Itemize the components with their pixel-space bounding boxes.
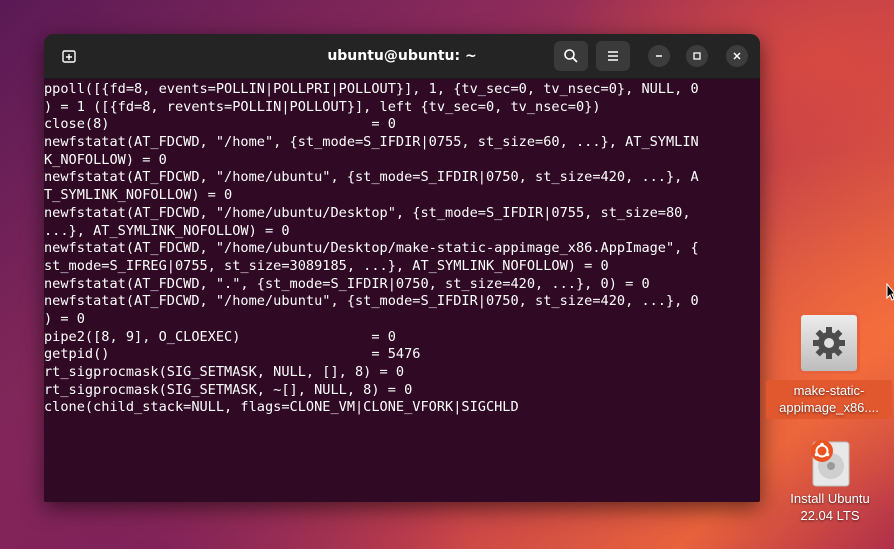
menu-button[interactable] (596, 41, 630, 71)
terminal-line: pipe2([8, 9], O_CLOEXEC) = 0 (44, 328, 396, 345)
desktop-icon-make-static-appimage[interactable]: make-static- appimage_x86.... (764, 312, 894, 419)
terminal-line: ...}, AT_SYMLINK_NOFOLLOW) = 0 (44, 222, 290, 239)
terminal-line: rt_sigprocmask(SIG_SETMASK, NULL, [], 8)… (44, 364, 405, 380)
terminal-line: getpid() = 5476 (44, 346, 421, 363)
close-icon (733, 52, 741, 60)
maximize-button[interactable] (686, 45, 708, 67)
mouse-pointer-icon (886, 283, 894, 301)
label-line-2: 22.04 LTS (800, 508, 860, 523)
installer-thumbnail (803, 436, 857, 490)
terminal-line: newfstatat(AT_FDCWD, "/home", {st_mode=S… (44, 134, 699, 151)
terminal-line: rt_sigprocmask(SIG_SETMASK, ~[], NULL, 8… (44, 381, 413, 398)
terminal-line: newfstatat(AT_FDCWD, "/home/ubuntu", {st… (44, 169, 699, 186)
ubuntu-installer-icon (811, 440, 850, 487)
terminal-line: ) = 0 (44, 310, 85, 327)
terminal-line: st_mode=S_IFREG|0755, st_size=3089185, .… (44, 257, 609, 274)
desktop-icon-label: make-static- appimage_x86.... (766, 380, 892, 419)
minimize-icon (656, 55, 662, 57)
hamburger-menu-icon (608, 51, 618, 61)
maximize-icon (693, 52, 701, 60)
terminal-line: ppoll([{fd=8, events=POLLIN|POLLPRI|POLL… (44, 81, 699, 97)
terminal-line: clone(child_stack=NULL, flags=CLONE_VM|C… (44, 399, 519, 416)
terminal-window[interactable]: ubuntu@ubuntu: ~ ppoll([{fd=8, events=PO… (44, 34, 760, 502)
search-button[interactable] (554, 41, 588, 71)
title-bar[interactable]: ubuntu@ubuntu: ~ (44, 34, 760, 79)
gear-icon (813, 327, 845, 359)
terminal-line: T_SYMLINK_NOFOLLOW) = 0 (44, 187, 233, 204)
terminal-output[interactable]: ppoll([{fd=8, events=POLLIN|POLLPRI|POLL… (44, 78, 760, 502)
label-line-1: Install Ubuntu (790, 491, 870, 506)
search-icon (564, 49, 578, 63)
new-tab-button[interactable] (54, 42, 84, 70)
terminal-line: ) = 1 ([{fd=8, revents=POLLIN|POLLOUT}],… (44, 98, 601, 115)
label-line-2: appimage_x86.... (779, 400, 879, 415)
minimize-button[interactable] (648, 45, 670, 67)
file-thumbnail (798, 312, 860, 374)
close-button[interactable] (726, 45, 748, 67)
terminal-line: newfstatat(AT_FDCWD, ".", {st_mode=S_IFD… (44, 275, 650, 292)
terminal-line: newfstatat(AT_FDCWD, "/home/ubuntu/Deskt… (44, 240, 699, 257)
terminal-line: newfstatat(AT_FDCWD, "/home/ubuntu", {st… (44, 293, 699, 310)
new-tab-icon (62, 50, 76, 63)
terminal-line: close(8) = 0 (44, 116, 396, 133)
terminal-line: K_NOFOLLOW) = 0 (44, 151, 167, 168)
desktop-icon-install-ubuntu[interactable]: Install Ubuntu 22.04 LTS (780, 436, 880, 524)
terminal-line: newfstatat(AT_FDCWD, "/home/ubuntu/Deskt… (44, 204, 691, 221)
label-line-1: make-static- (793, 383, 865, 398)
